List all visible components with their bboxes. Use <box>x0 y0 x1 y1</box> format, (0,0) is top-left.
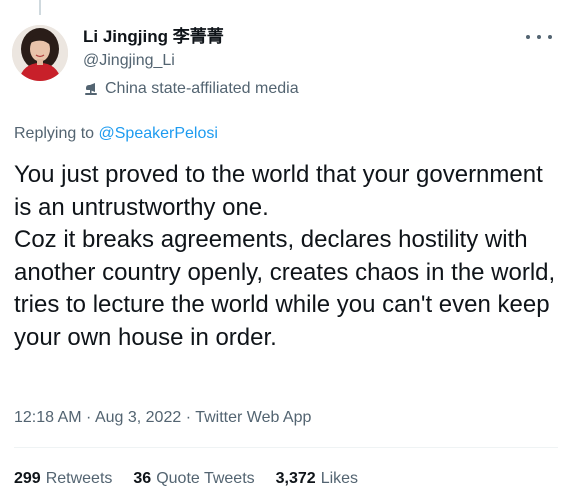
more-dot-icon <box>548 35 552 39</box>
thread-connector-line <box>39 0 41 15</box>
author-handle[interactable]: @Jingjing_Li <box>83 51 299 71</box>
mention-link[interactable]: @SpeakerPelosi <box>99 125 218 142</box>
replying-to-prefix: Replying to <box>14 125 99 142</box>
tweet-metadata: 12:18 AM · Aug 3, 2022 · Twitter Web App <box>14 408 311 428</box>
meta-separator: · <box>81 409 95 426</box>
state-media-label[interactable]: China state-affiliated media <box>83 79 299 99</box>
quote-tweets-count: 36 <box>133 470 152 487</box>
tweet-text: You just proved to the world that your g… <box>14 161 556 351</box>
quote-tweets-label: Quote Tweets <box>156 470 255 487</box>
retweets-stat[interactable]: 299 Retweets <box>14 469 112 489</box>
author-info: Li Jingjing 李菁菁 @Jingjing_Li China state… <box>83 26 299 99</box>
likes-label: Likes <box>320 470 359 487</box>
tweet-date[interactable]: Aug 3, 2022 <box>95 409 181 426</box>
engagement-stats: 299 Retweets 36 Quote Tweets 3,372 Likes <box>14 469 379 489</box>
author-name[interactable]: Li Jingjing 李菁菁 <box>83 26 299 48</box>
avatar[interactable] <box>12 25 68 81</box>
tweet-source[interactable]: Twitter Web App <box>195 409 311 426</box>
likes-count: 3,372 <box>275 470 316 487</box>
more-dot-icon <box>526 35 530 39</box>
retweets-count: 299 <box>14 470 41 487</box>
retweets-label: Retweets <box>45 470 113 487</box>
microphone-stand-icon <box>83 81 99 97</box>
likes-stat[interactable]: 3,372 Likes <box>276 469 358 489</box>
more-options-button[interactable] <box>526 30 552 44</box>
meta-separator: · <box>181 409 196 426</box>
state-media-label-text: China state-affiliated media <box>105 80 299 97</box>
more-dot-icon <box>537 35 541 39</box>
replying-to: Replying to @SpeakerPelosi <box>14 124 218 144</box>
avatar-image <box>12 25 68 81</box>
tweet-time[interactable]: 12:18 AM <box>14 409 82 426</box>
quote-tweets-stat[interactable]: 36 Quote Tweets <box>133 469 254 489</box>
divider <box>14 447 558 448</box>
